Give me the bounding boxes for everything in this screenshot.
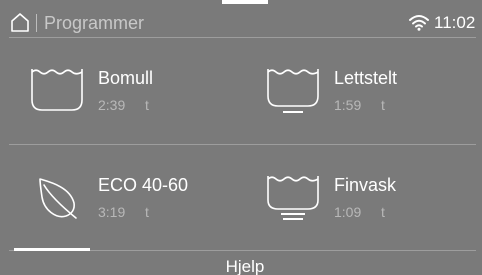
- wash-tub-single-bar-icon: [267, 69, 319, 113]
- program-selection-screen: Programmer 11:02 Bomull 2:39 t Lettstelt…: [0, 0, 482, 275]
- home-icon[interactable]: [10, 12, 30, 32]
- program-name: ECO 40-60: [98, 175, 189, 195]
- header-bar: Programmer 11:02: [0, 0, 482, 36]
- program-duration: 1:09: [334, 204, 362, 220]
- help-button[interactable]: Hjelp: [190, 256, 300, 275]
- program-duration: 3:19: [98, 204, 126, 220]
- program-tile-lettstelt[interactable]: Lettstelt 1:59 t: [236, 38, 471, 143]
- header-divider: [36, 14, 37, 32]
- duration-unit: t: [145, 97, 149, 113]
- duration-unit: t: [145, 204, 149, 220]
- program-name: Bomull: [98, 68, 154, 88]
- top-handle: [222, 0, 268, 4]
- program-tile-eco-40-60[interactable]: ECO 40-60 3:19 t: [0, 145, 235, 250]
- duration-unit: t: [381, 204, 385, 220]
- clock: 11:02: [434, 13, 476, 32]
- duration-unit: t: [381, 97, 385, 113]
- program-name: Finvask: [334, 175, 397, 195]
- page-title: Programmer: [44, 13, 145, 33]
- program-tile-bomull[interactable]: Bomull 2:39 t: [0, 38, 235, 143]
- page-indicator: [14, 248, 90, 251]
- leaf-icon: [39, 178, 77, 219]
- program-duration: 2:39: [98, 97, 126, 113]
- wash-tub-icon: [31, 69, 83, 111]
- wash-tub-double-bar-icon: [267, 176, 319, 220]
- program-tile-finvask[interactable]: Finvask 1:09 t: [236, 145, 471, 250]
- program-name: Lettstelt: [334, 68, 398, 88]
- program-duration: 1:59: [334, 97, 362, 113]
- wifi-icon: [409, 15, 429, 31]
